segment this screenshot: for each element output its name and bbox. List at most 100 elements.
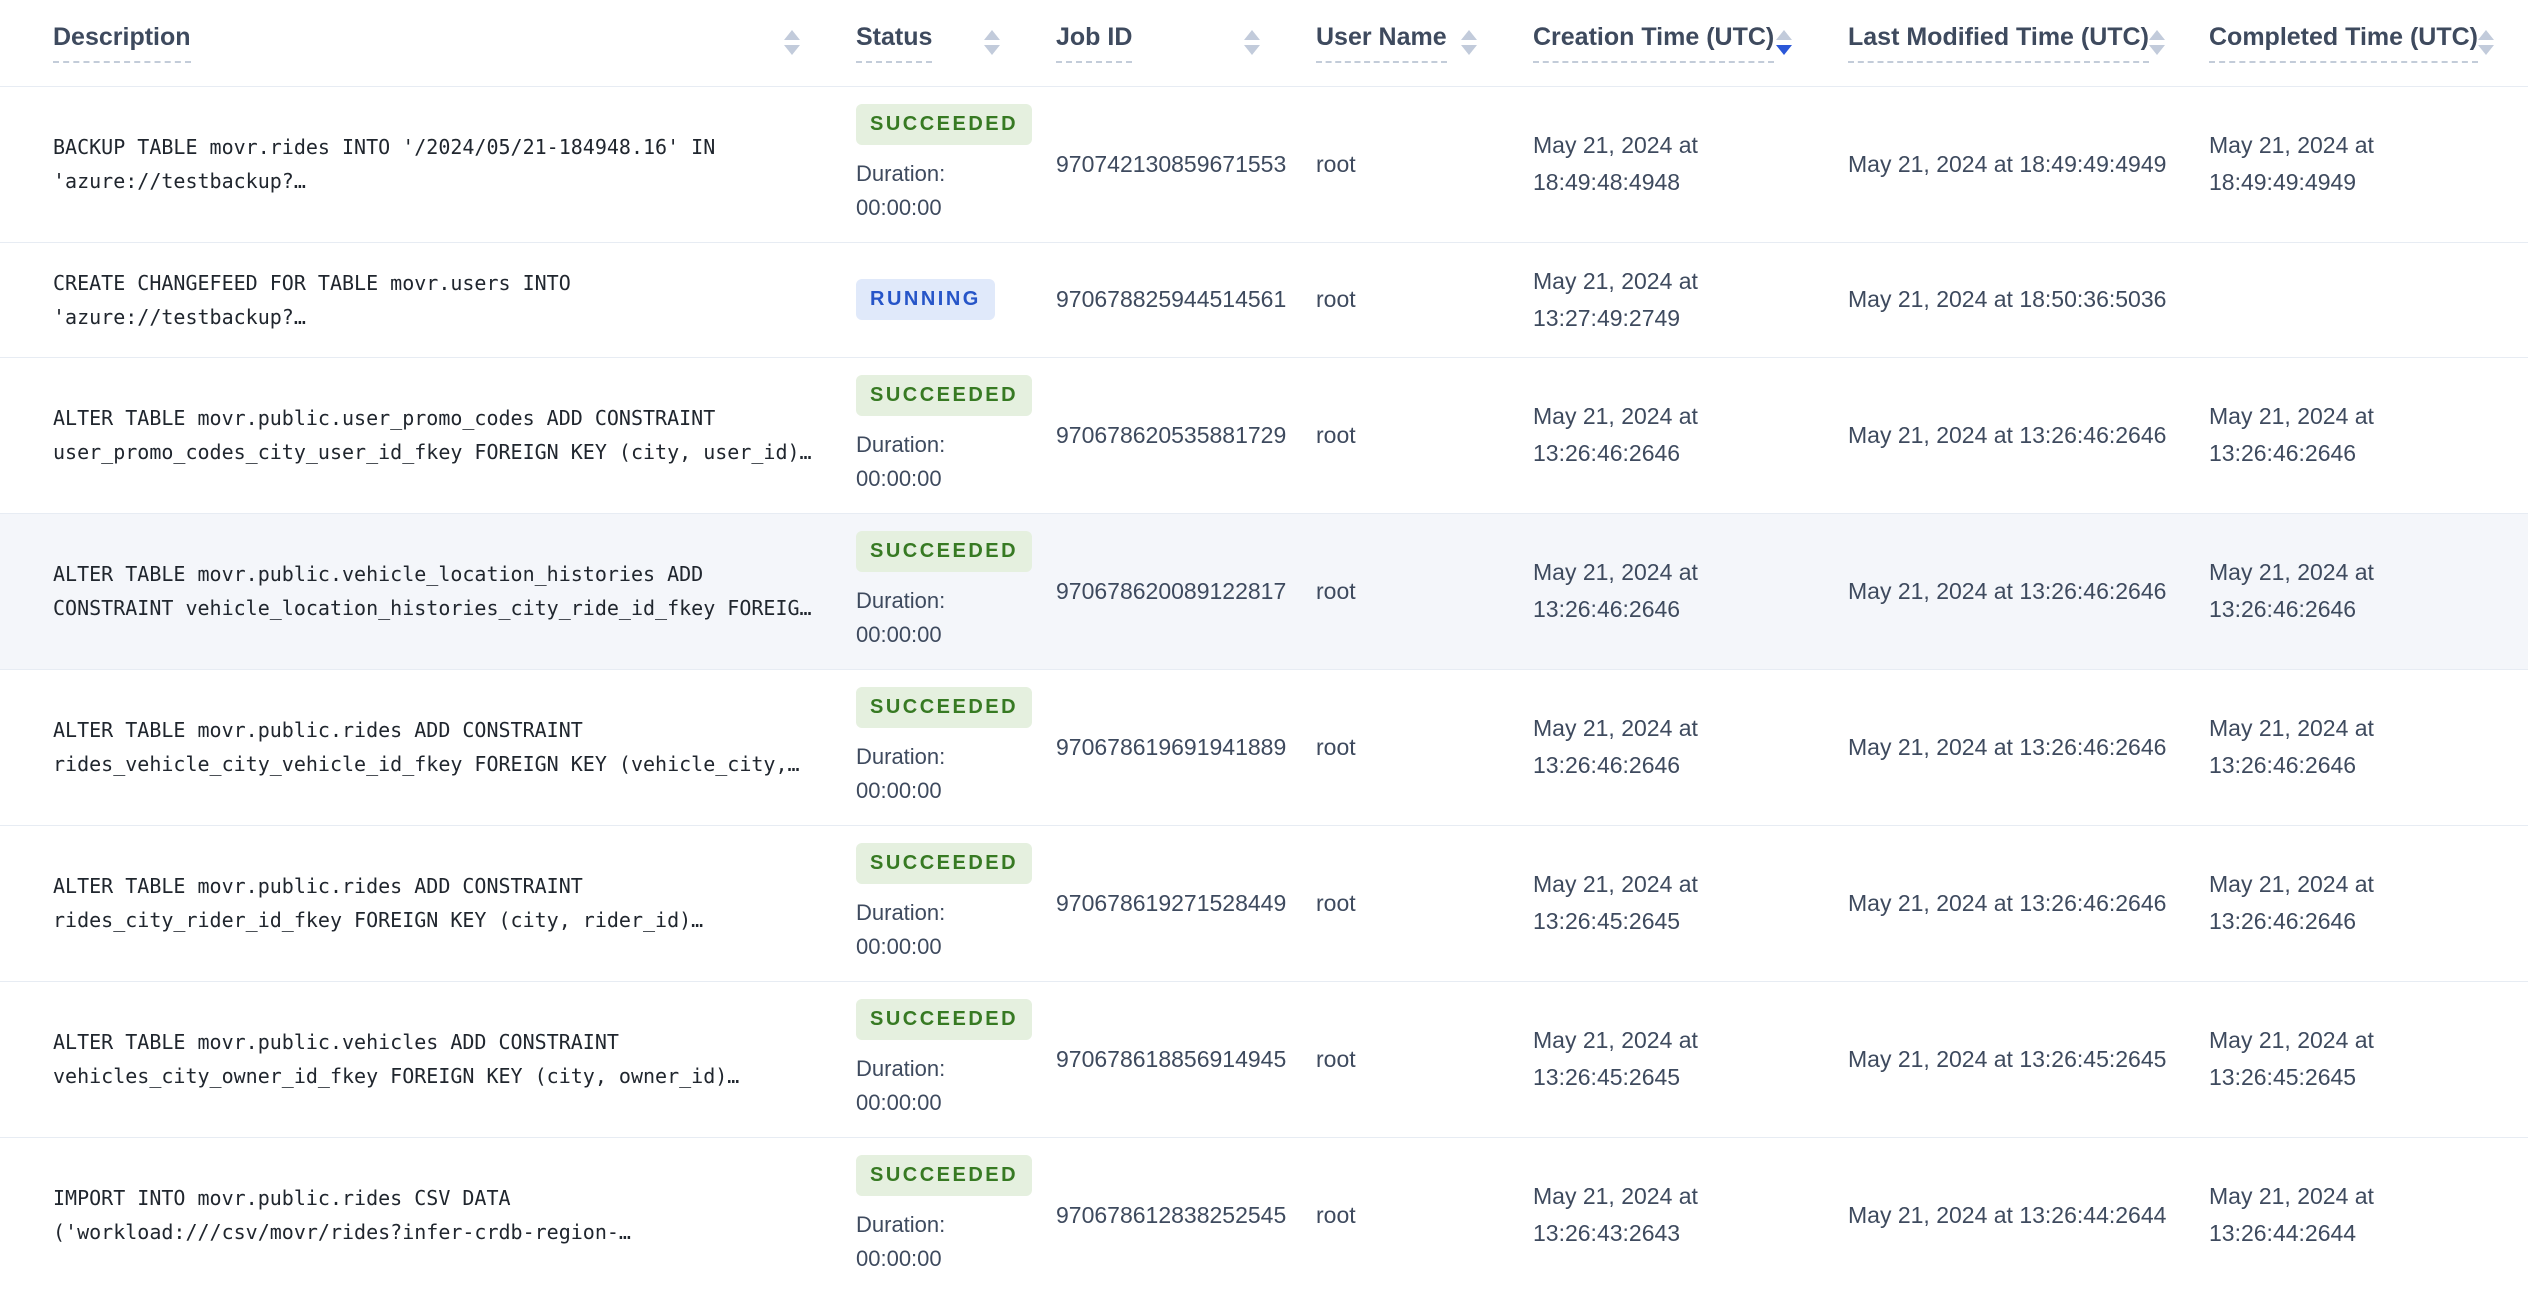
completed-time: May 21, 2024 at 18:49:49:4949	[2209, 132, 2374, 195]
column-header-last-modified-time[interactable]: Last Modified Time (UTC)	[1848, 0, 2209, 87]
creation-time: May 21, 2024 at 13:26:46:2646	[1533, 715, 1698, 778]
status-badge: SUCCEEDED	[856, 374, 1033, 416]
completed-time: May 21, 2024 at 13:26:46:2646	[2209, 403, 2374, 466]
job-description-link[interactable]: CREATE CHANGEFEED FOR TABLE movr.users I…	[53, 266, 823, 334]
creation-time: May 21, 2024 at 13:26:46:2646	[1533, 559, 1698, 622]
column-label[interactable]: Job ID	[1056, 23, 1133, 63]
column-label[interactable]: Completed Time (UTC)	[2209, 23, 2478, 63]
duration-value: 00:00:00	[856, 465, 942, 491]
job-description-link[interactable]: ALTER TABLE movr.public.rides ADD CONSTR…	[53, 869, 823, 937]
table-row[interactable]: ALTER TABLE movr.public.rides ADD CONSTR…	[0, 669, 2528, 826]
duration-label: Duration:	[856, 899, 946, 925]
job-description-link[interactable]: IMPORT INTO movr.public.rides CSV DATA (…	[53, 1181, 823, 1249]
table-row[interactable]: ALTER TABLE movr.public.vehicles ADD CON…	[0, 981, 2528, 1138]
jobs-table: Description Status Job ID User Name Crea…	[0, 0, 2528, 1292]
sort-icon[interactable]	[984, 30, 1000, 56]
table-header: Description Status Job ID User Name Crea…	[0, 0, 2528, 87]
last-modified-time: May 21, 2024 at 18:49:49:4949	[1848, 150, 2167, 177]
column-label[interactable]: Description	[53, 23, 191, 63]
table-row[interactable]: ALTER TABLE movr.public.rides ADD CONSTR…	[0, 825, 2528, 982]
job-id: 970678612838252545	[1056, 1137, 1316, 1292]
creation-time: May 21, 2024 at 13:26:45:2645	[1533, 871, 1698, 934]
status-badge: RUNNING	[856, 279, 995, 320]
completed-time: May 21, 2024 at 13:26:46:2646	[2209, 871, 2374, 934]
column-label[interactable]: User Name	[1316, 23, 1447, 63]
user-name: root	[1316, 1137, 1533, 1292]
sort-icon[interactable]	[784, 30, 800, 56]
last-modified-time: May 21, 2024 at 13:26:46:2646	[1848, 421, 2167, 448]
user-name: root	[1316, 242, 1533, 358]
duration-value: 00:00:00	[856, 194, 942, 220]
job-id: 970678620535881729	[1056, 357, 1316, 514]
table-row[interactable]: BACKUP TABLE movr.rides INTO '/2024/05/2…	[0, 86, 2528, 243]
duration-label: Duration:	[856, 1211, 946, 1237]
last-modified-time: May 21, 2024 at 18:50:36:5036	[1848, 286, 2167, 312]
duration-value: 00:00:00	[856, 1245, 942, 1271]
column-header-job-id[interactable]: Job ID	[1056, 0, 1316, 87]
creation-time: May 21, 2024 at 13:27:49:2749	[1533, 267, 1698, 331]
last-modified-time: May 21, 2024 at 13:26:46:2646	[1848, 577, 2167, 604]
table-row[interactable]: CREATE CHANGEFEED FOR TABLE movr.users I…	[0, 242, 2528, 358]
job-id: 970678825944514561	[1056, 242, 1316, 358]
sort-icon[interactable]	[2478, 30, 2494, 56]
completed-time: May 21, 2024 at 13:26:46:2646	[2209, 715, 2374, 778]
column-header-creation-time[interactable]: Creation Time (UTC)	[1533, 0, 1848, 87]
duration-value: 00:00:00	[856, 621, 942, 647]
column-header-status[interactable]: Status	[856, 0, 1056, 87]
status-badge: SUCCEEDED	[856, 998, 1033, 1040]
column-header-user-name[interactable]: User Name	[1316, 0, 1533, 87]
column-label[interactable]: Creation Time (UTC)	[1533, 23, 1775, 63]
sort-icon[interactable]	[2148, 30, 2165, 56]
duration-value: 00:00:00	[856, 1089, 942, 1115]
creation-time: May 21, 2024 at 13:26:43:2643	[1533, 1183, 1698, 1246]
creation-time: May 21, 2024 at 18:49:48:4948	[1533, 132, 1698, 195]
completed-time: May 21, 2024 at 13:26:46:2646	[2209, 559, 2374, 622]
duration-label: Duration:	[856, 160, 946, 186]
job-id: 970678619691941889	[1056, 669, 1316, 826]
job-id: 970742130859671553	[1056, 86, 1316, 243]
column-header-completed-time[interactable]: Completed Time (UTC)	[2209, 0, 2528, 87]
duration-label: Duration:	[856, 587, 946, 613]
creation-time: May 21, 2024 at 13:26:46:2646	[1533, 403, 1698, 466]
job-description-link[interactable]: ALTER TABLE movr.public.vehicle_location…	[53, 557, 823, 625]
status-badge: SUCCEEDED	[856, 686, 1033, 728]
completed-time: May 21, 2024 at 13:26:45:2645	[2209, 1027, 2374, 1090]
last-modified-time: May 21, 2024 at 13:26:44:2644	[1848, 1201, 2167, 1228]
job-description-link[interactable]: BACKUP TABLE movr.rides INTO '/2024/05/2…	[53, 130, 823, 198]
user-name: root	[1316, 513, 1533, 670]
status-badge: SUCCEEDED	[856, 842, 1033, 884]
job-description-link[interactable]: ALTER TABLE movr.public.rides ADD CONSTR…	[53, 713, 823, 781]
job-id: 970678619271528449	[1056, 825, 1316, 982]
last-modified-time: May 21, 2024 at 13:26:46:2646	[1848, 733, 2167, 760]
user-name: root	[1316, 357, 1533, 514]
status-badge: SUCCEEDED	[856, 103, 1033, 145]
table-body: BACKUP TABLE movr.rides INTO '/2024/05/2…	[0, 86, 2528, 1292]
last-modified-time: May 21, 2024 at 13:26:45:2645	[1848, 1045, 2167, 1072]
table-row[interactable]: IMPORT INTO movr.public.rides CSV DATA (…	[0, 1137, 2528, 1292]
duration-label: Duration:	[856, 431, 946, 457]
job-description-link[interactable]: ALTER TABLE movr.public.user_promo_codes…	[53, 401, 823, 469]
sort-icon-active-desc[interactable]	[1776, 30, 1792, 56]
job-description-link[interactable]: ALTER TABLE movr.public.vehicles ADD CON…	[53, 1025, 823, 1093]
duration-label: Duration:	[856, 1055, 946, 1081]
table-row[interactable]: ALTER TABLE movr.public.user_promo_codes…	[0, 357, 2528, 514]
user-name: root	[1316, 981, 1533, 1138]
user-name: root	[1316, 86, 1533, 243]
column-header-description[interactable]: Description	[0, 0, 856, 87]
duration-value: 00:00:00	[856, 933, 942, 959]
column-label[interactable]: Status	[856, 23, 933, 63]
last-modified-time: May 21, 2024 at 13:26:46:2646	[1848, 889, 2167, 916]
duration-value: 00:00:00	[856, 777, 942, 803]
table-row[interactable]: ALTER TABLE movr.public.vehicle_location…	[0, 513, 2528, 670]
sort-icon[interactable]	[1461, 30, 1477, 56]
user-name: root	[1316, 669, 1533, 826]
status-badge: SUCCEEDED	[856, 1154, 1033, 1196]
user-name: root	[1316, 825, 1533, 982]
column-label[interactable]: Last Modified Time (UTC)	[1848, 23, 2149, 63]
job-id: 970678618856914945	[1056, 981, 1316, 1138]
creation-time: May 21, 2024 at 13:26:45:2645	[1533, 1027, 1698, 1090]
sort-icon[interactable]	[1244, 30, 1260, 56]
status-badge: SUCCEEDED	[856, 530, 1033, 572]
completed-time: May 21, 2024 at 13:26:44:2644	[2209, 1183, 2374, 1246]
duration-label: Duration:	[856, 743, 946, 769]
